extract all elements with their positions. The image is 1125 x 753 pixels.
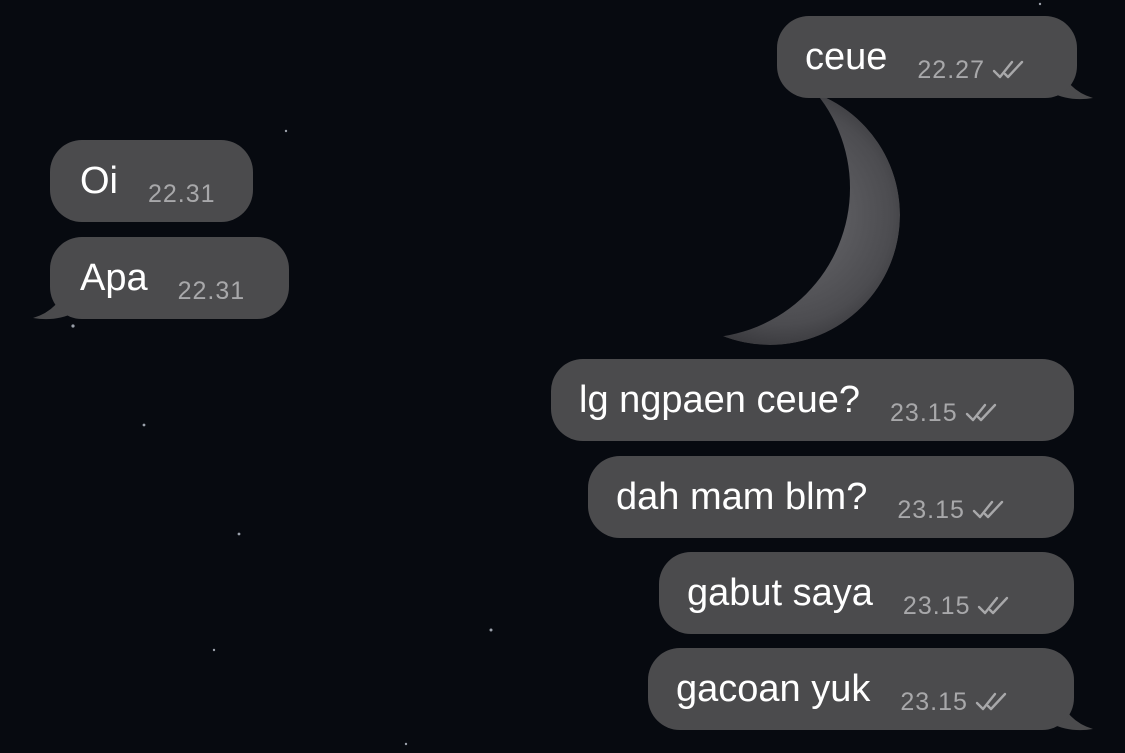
message-text: gabut saya (687, 572, 873, 614)
message-timestamp: 23.15 (890, 399, 999, 428)
message-bubble-outgoing[interactable]: ceue 22.27 (777, 16, 1077, 98)
message-bubble-incoming[interactable]: Oi 22.31 (50, 140, 253, 222)
message-timestamp: 23.15 (900, 688, 1009, 717)
read-double-check-icon (978, 596, 1009, 615)
message-timestamp: 23.15 (903, 592, 1012, 621)
message-text: ceue (805, 36, 888, 78)
message-timestamp: 22.31 (177, 276, 246, 305)
message-timestamp: 22.31 (148, 179, 216, 208)
message-timestamp: 23.15 (897, 496, 1006, 525)
message-bubble-outgoing[interactable]: dah mam blm? 23.15 (588, 456, 1074, 538)
message-text: gacoan yuk (676, 668, 871, 710)
message-text: dah mam blm? (616, 476, 868, 518)
message-bubble-incoming[interactable]: Apa 22.31 (50, 237, 289, 319)
message-timestamp: 22.27 (917, 56, 1026, 85)
read-double-check-icon (972, 500, 1004, 519)
read-double-check-icon (975, 692, 1007, 711)
message-text: Oi (80, 160, 118, 202)
message-text: Apa (80, 257, 148, 299)
message-bubble-outgoing[interactable]: gacoan yuk 23.15 (648, 648, 1074, 730)
crescent-moon (640, 85, 900, 345)
message-bubble-outgoing[interactable]: gabut saya 23.15 (659, 552, 1074, 634)
message-bubble-outgoing[interactable]: lg ngpaen ceue? 23.15 (551, 359, 1074, 441)
message-text: lg ngpaen ceue? (579, 379, 861, 421)
read-double-check-icon (965, 403, 996, 422)
read-double-check-icon (992, 60, 1024, 79)
